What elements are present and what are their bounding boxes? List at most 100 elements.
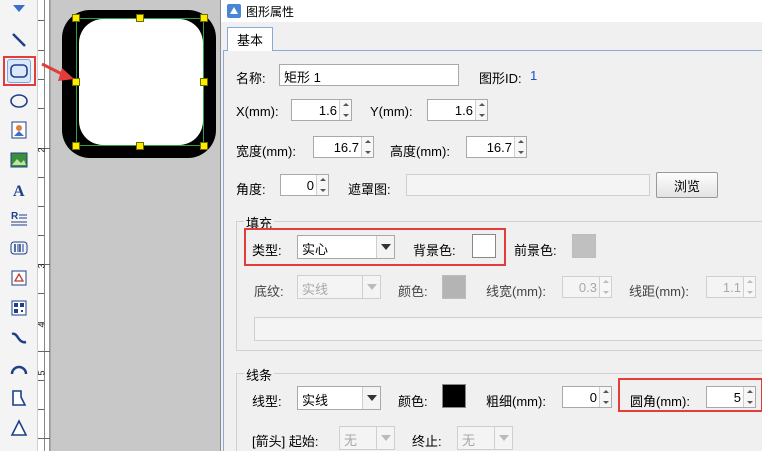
thickness-spinner[interactable] — [599, 387, 611, 407]
x-input[interactable]: 1.6 — [291, 99, 352, 121]
linespacing-value: 1.1 — [722, 279, 741, 295]
stroke-color-swatch[interactable] — [442, 384, 466, 408]
arrow-start-select[interactable]: 无 — [339, 426, 395, 450]
y-value: 1.6 — [454, 102, 473, 118]
tool-picture[interactable] — [7, 148, 31, 172]
tab-basic[interactable]: 基本 — [227, 27, 273, 51]
ruler-tick — [38, 380, 44, 381]
pointer-arrow-icon — [41, 62, 74, 81]
dialog-titlebar[interactable]: 图形属性 — [221, 0, 762, 22]
browse-button[interactable]: 浏览 — [656, 172, 718, 198]
shape-id-value: 1 — [530, 68, 538, 83]
linespacing-label: 线距(mm): — [629, 284, 689, 299]
polygon-icon — [12, 390, 27, 406]
foreground-color-swatch[interactable] — [572, 234, 596, 258]
resize-handle-sw[interactable] — [72, 142, 80, 150]
picture-icon — [10, 152, 28, 168]
tool-ellipse[interactable] — [7, 89, 31, 113]
arc-icon — [10, 365, 28, 375]
thickness-input[interactable]: 0 — [562, 386, 612, 408]
shape-properties-dialog: 图形属性 基本 名称: 矩形 1 图形ID: 1 X(mm): 1.6 Y(mm… — [220, 0, 762, 451]
arrow-end-select[interactable]: 无 — [457, 426, 513, 450]
height-value: 16.7 — [486, 139, 512, 155]
chevron-down-icon — [494, 427, 512, 449]
tool-shape[interactable] — [7, 266, 31, 290]
curve-icon — [11, 332, 27, 344]
ruler-number: 4 — [36, 322, 47, 328]
angle-spinner[interactable] — [316, 175, 328, 195]
tool-shapes[interactable] — [7, 0, 31, 24]
ruler-tick — [38, 293, 44, 294]
width-label: 宽度(mm): — [236, 144, 296, 159]
barcode-icon — [10, 241, 28, 255]
tool-curve[interactable] — [7, 326, 31, 350]
width-spinner[interactable] — [361, 137, 373, 157]
tool-multiline-text[interactable]: R — [7, 206, 31, 230]
shape-id-label: 图形ID: — [479, 71, 522, 86]
mask-path-field[interactable] — [406, 174, 650, 196]
tool-polygon[interactable] — [7, 386, 31, 410]
resize-handle-s[interactable] — [136, 142, 144, 150]
y-input[interactable]: 1.6 — [427, 99, 488, 121]
ruler-tick — [38, 206, 44, 207]
name-field[interactable]: 矩形 1 — [279, 64, 459, 86]
chevron-down-icon — [362, 276, 380, 298]
tool-arc[interactable] — [7, 356, 31, 380]
arrow-end-value: 无 — [462, 433, 476, 448]
y-spinner[interactable] — [475, 100, 487, 120]
tool-image[interactable] — [7, 118, 31, 142]
tool-qrcode[interactable] — [7, 296, 31, 320]
height-spinner[interactable] — [514, 137, 526, 157]
tool-triangle[interactable] — [7, 416, 31, 440]
ruler-number: 5 — [36, 370, 47, 376]
corner-radius-highlight-box — [618, 378, 762, 412]
tool-line[interactable] — [7, 28, 31, 52]
arrow-start-label: [箭头] 起始: — [252, 434, 319, 449]
qrcode-icon — [11, 300, 27, 316]
angle-value: 0 — [306, 177, 314, 193]
ruler-tick — [38, 20, 44, 21]
resize-handle-se[interactable] — [200, 142, 208, 150]
linewidth-input[interactable]: 0.3 — [562, 276, 612, 298]
chevron-down-icon — [362, 387, 380, 409]
ruler-tick — [38, 409, 44, 410]
height-label: 高度(mm): — [390, 144, 450, 159]
fill-highlight-box — [244, 228, 506, 266]
svg-text:A: A — [13, 183, 25, 200]
tool-highlight-box — [3, 56, 36, 86]
linespacing-spinner[interactable] — [743, 277, 755, 297]
linewidth-spinner[interactable] — [599, 277, 611, 297]
ruler-tick — [38, 351, 50, 352]
resize-handle-ne[interactable] — [200, 14, 208, 22]
linetype-select[interactable]: 实线 — [297, 386, 381, 410]
linewidth-label: 线宽(mm): — [486, 284, 546, 299]
ruler-tick — [38, 235, 44, 236]
chevron-down-icon — [376, 427, 394, 449]
line-icon — [12, 33, 26, 47]
texture-select[interactable]: 实线 — [297, 275, 381, 299]
resize-handle-n[interactable] — [136, 14, 144, 22]
shape-icon — [11, 270, 27, 286]
selection-box — [76, 18, 204, 146]
linespacing-input[interactable]: 1.1 — [706, 276, 756, 298]
linewidth-value: 0.3 — [578, 279, 597, 295]
x-spinner[interactable] — [339, 100, 351, 120]
resize-handle-nw[interactable] — [72, 14, 80, 22]
dialog-title: 图形属性 — [246, 4, 295, 19]
foreground-color-label: 前景色: — [514, 243, 557, 258]
shapes-icon — [13, 5, 25, 12]
tool-barcode[interactable] — [7, 236, 31, 260]
height-input[interactable]: 16.7 — [466, 136, 527, 158]
angle-input[interactable]: 0 — [280, 174, 329, 196]
width-input[interactable]: 16.7 — [313, 136, 374, 158]
tool-text[interactable]: A — [7, 178, 31, 202]
ruler-tick — [38, 50, 44, 51]
app-icon — [227, 4, 241, 18]
image-icon — [11, 121, 27, 139]
resize-handle-e[interactable] — [200, 78, 208, 86]
fill-color-swatch[interactable] — [442, 275, 466, 299]
width-value: 16.7 — [333, 139, 359, 155]
stroke-group-title: 线条 — [244, 365, 275, 384]
ruler-tick — [38, 177, 44, 178]
texture-label: 底纹: — [254, 284, 284, 299]
